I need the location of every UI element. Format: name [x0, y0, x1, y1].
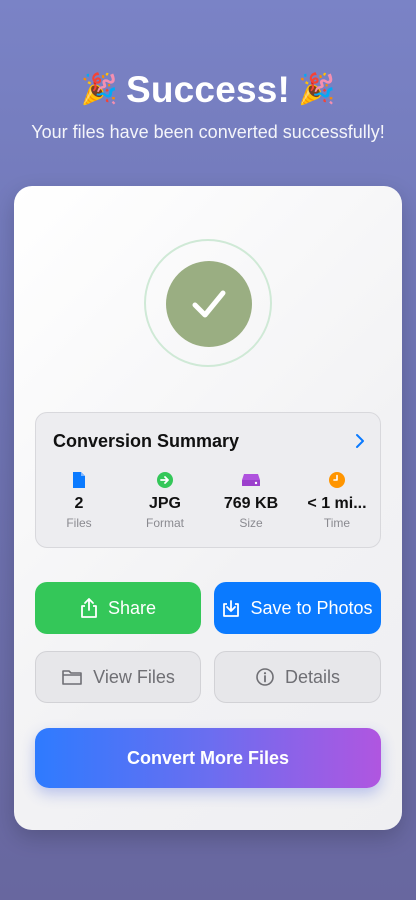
- stat-value: 769 KB: [223, 495, 279, 512]
- share-button-label: Share: [107, 597, 157, 618]
- convert-more-label: Convert More Files: [126, 747, 290, 768]
- share-button[interactable]: Share: [35, 582, 201, 634]
- success-header: 🎉 Success! 🎉 Your files have been conver…: [0, 62, 416, 143]
- stat-value: < 1 mi...: [307, 495, 367, 512]
- folder-icon: [62, 670, 82, 685]
- party-popper-icon: 🎉: [298, 73, 336, 106]
- clock-icon: [294, 469, 380, 491]
- share-icon: [81, 598, 97, 618]
- checkmark-circle-icon: [166, 261, 252, 347]
- result-card: Conversion Summary 2 Files JPG Format 76…: [14, 186, 402, 830]
- document-icon: [36, 469, 122, 491]
- view-files-button[interactable]: View Files: [35, 651, 201, 703]
- stat-label: Time: [323, 516, 351, 530]
- conversion-summary-panel[interactable]: Conversion Summary 2 Files JPG Format 76…: [35, 412, 381, 548]
- stat-value: 2: [74, 495, 84, 512]
- stat-label: Size: [239, 516, 263, 530]
- details-label: Details: [284, 666, 341, 687]
- summary-stats: 2 Files JPG Format 769 KB Size < 1 mi...…: [36, 469, 380, 530]
- convert-more-files-button[interactable]: Convert More Files: [35, 728, 381, 788]
- view-files-label: View Files: [93, 666, 175, 687]
- summary-title: Conversion Summary: [53, 431, 240, 451]
- save-to-photos-button[interactable]: Save to Photos: [214, 582, 381, 634]
- chevron-right-icon[interactable]: [354, 433, 366, 449]
- stat-size: 769 KB Size: [208, 469, 294, 530]
- storage-drive-icon: [208, 469, 294, 491]
- download-tray-icon: [223, 600, 240, 617]
- stat-value: JPG: [148, 495, 181, 512]
- title-row: 🎉 Success! 🎉: [0, 62, 416, 118]
- stat-time: < 1 mi... Time: [294, 469, 380, 530]
- stat-label: Format: [145, 516, 184, 530]
- details-button[interactable]: Details: [214, 651, 381, 703]
- stat-label: Files: [66, 516, 92, 530]
- page-subtitle: Your files have been converted successfu…: [31, 122, 385, 142]
- save-button-label: Save to Photos: [250, 597, 373, 618]
- stat-files: 2 Files: [36, 469, 122, 530]
- party-popper-icon: 🎉: [80, 73, 118, 106]
- success-indicator: [144, 239, 272, 367]
- page-title: Success!: [125, 69, 291, 110]
- stat-format: JPG Format: [122, 469, 208, 530]
- info-icon: [256, 668, 274, 686]
- arrow-right-circle-icon: [122, 469, 208, 491]
